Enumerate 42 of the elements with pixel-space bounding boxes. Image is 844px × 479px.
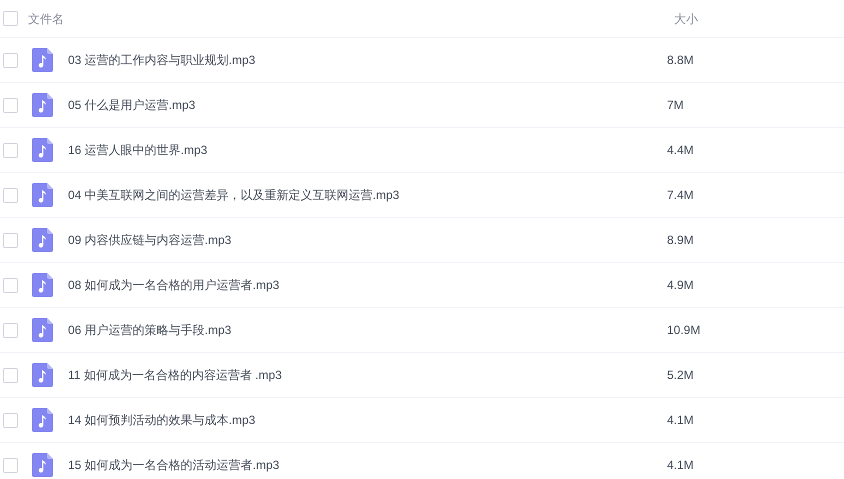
checkbox[interactable] <box>3 322 18 338</box>
file-name[interactable]: 05 什么是用户运营.mp3 <box>68 96 667 114</box>
checkbox[interactable] <box>3 188 18 202</box>
checkbox[interactable] <box>3 52 18 68</box>
file-name[interactable]: 11 如何成为一名合格的内容运营者 .mp3 <box>68 366 667 384</box>
file-size: 4.4M <box>667 142 694 159</box>
file-size: 8.8M <box>667 52 694 69</box>
checkbox[interactable] <box>3 98 18 112</box>
music-file-icon <box>32 48 53 72</box>
column-header: 大小 <box>674 10 698 28</box>
music-file-icon <box>32 273 53 297</box>
file-size: 4.1M <box>667 457 694 474</box>
file-name[interactable]: 16 运营人眼中的世界.mp3 <box>68 141 667 159</box>
file-size: 4.9M <box>667 277 694 294</box>
file-name[interactable]: 04 中美互联网之间的运营差异，以及重新定义互联网运营.mp3 <box>68 186 667 204</box>
file-name[interactable]: 06 用户运营的策略与手段.mp3 <box>68 321 667 339</box>
file-name[interactable]: 03 运营的工作内容与职业规划.mp3 <box>68 51 667 69</box>
music-file-icon <box>32 318 53 342</box>
checkbox[interactable] <box>3 368 18 382</box>
file-size: 4.1M <box>667 412 694 429</box>
music-file-icon <box>32 228 53 252</box>
checkbox[interactable] <box>3 11 18 26</box>
file-name[interactable]: 14 如何预判活动的效果与成本.mp3 <box>68 411 667 429</box>
file-name[interactable]: 15 如何成为一名合格的活动运营者.mp3 <box>68 456 667 474</box>
column-header: 文件名 <box>28 10 65 28</box>
checkbox[interactable] <box>3 142 18 158</box>
music-file-icon <box>32 93 53 117</box>
file-size: 8.9M <box>667 232 694 249</box>
checkbox[interactable] <box>3 278 18 292</box>
checkbox[interactable] <box>3 412 18 428</box>
file-size: 7M <box>667 97 684 114</box>
checkbox[interactable] <box>3 458 18 472</box>
file-size: 10.9M <box>667 322 700 339</box>
music-file-icon <box>32 363 53 387</box>
file-size: 7.4M <box>667 187 694 204</box>
music-file-icon <box>32 183 53 207</box>
checkbox[interactable] <box>3 232 18 248</box>
file-name[interactable]: 08 如何成为一名合格的用户运营者.mp3 <box>68 276 667 294</box>
music-file-icon <box>32 138 53 162</box>
music-file-icon <box>32 408 53 432</box>
file-name[interactable]: 09 内容供应链与内容运营.mp3 <box>68 231 667 249</box>
file-size: 5.2M <box>667 367 694 384</box>
